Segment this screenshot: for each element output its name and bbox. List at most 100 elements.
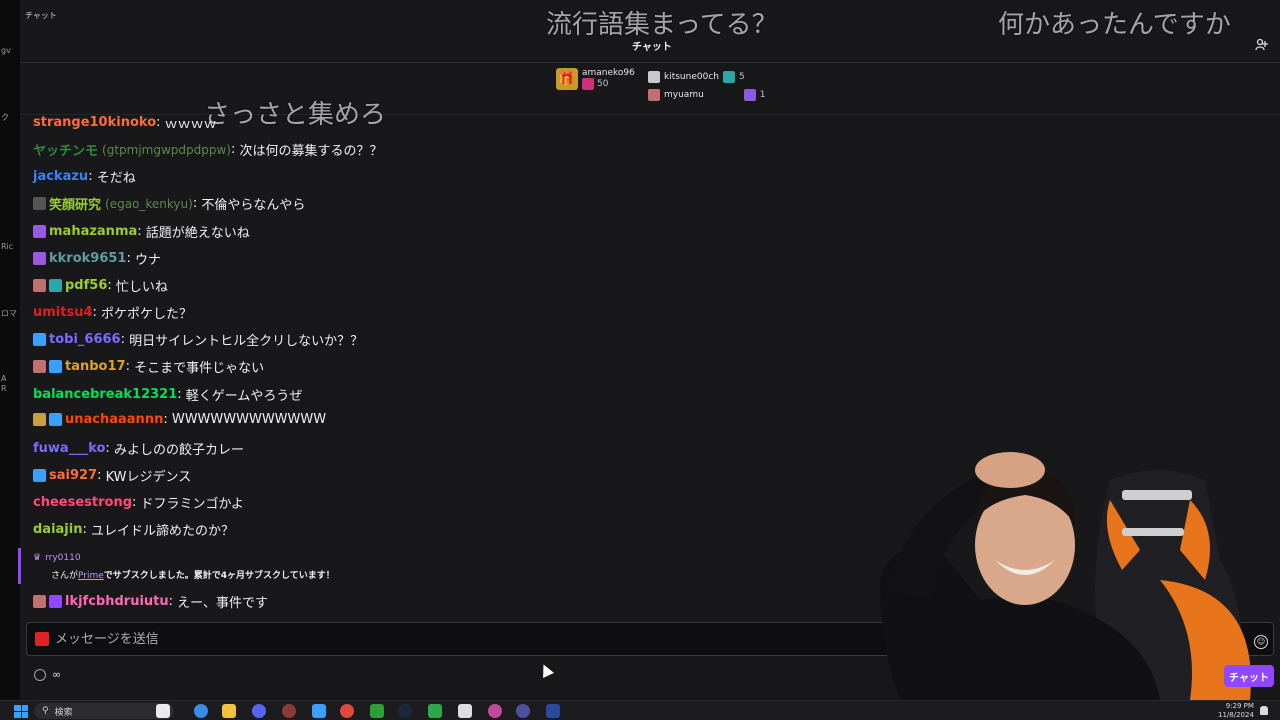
x-icon[interactable] [458,704,472,718]
crown-icon: ♛ [33,553,42,563]
chat-text: ウナ [134,253,161,268]
leaderboard-name: amaneko96 [582,68,635,78]
desktop-fragment: ク [1,113,9,122]
overlay-caption: 流行語集まってる？ [546,10,778,40]
gift-count-icon [582,78,594,90]
chat-username[interactable]: jackazu [33,169,88,184]
chat-message: ヤッチンモ (gtpmjmgwpdpdppw): 次は何の募集するの？？ [33,140,383,159]
leaderboard-first[interactable]: 🎁 amaneko96 50 [556,68,635,90]
search-icon: ⚲ [42,706,49,716]
badge-icon [33,469,46,482]
windows-start-icon[interactable] [14,705,28,718]
gift-icon: 🎁 [556,68,578,90]
app-icon[interactable] [546,704,560,718]
gift-icon [648,89,660,101]
desktop-fragment: gv [1,46,11,55]
emote-icon[interactable]: ☺ [1254,635,1268,649]
chat-text: KWレジデンス [105,470,192,485]
app-icon[interactable] [516,704,530,718]
chat-username[interactable]: lkjfcbhdruiutu [65,594,169,609]
overlay-caption: さっさと集めろ [204,100,387,130]
obs-icon[interactable] [282,704,296,718]
chat-text: ポケポケした？ [101,307,193,322]
leaderboard-third[interactable]: myuamu 1 [648,86,766,104]
chat-username[interactable]: balancebreak12321 [33,387,177,402]
chrome-icon[interactable] [340,704,354,718]
chat-username[interactable]: tanbo17 [65,359,126,374]
badge-icon [49,413,62,426]
taskbar-search[interactable]: ⚲ 検索 [34,703,174,719]
badge-icon [33,225,46,238]
notepad-icon[interactable] [312,704,326,718]
chat-message: lkjfcbhdruiutu : えー、事件です [33,592,268,611]
desktop-fragment: R [1,384,7,393]
chat-message: tanbo17: そこまで事件じゃない [33,357,264,376]
prime-link[interactable]: Prime [78,571,104,581]
desktop-fragment: Ric [1,242,14,251]
chat-input[interactable] [55,628,955,650]
chat-text: えー、事件です [177,596,269,611]
chat-message: 笑顔研究 (egao_kenkyu): 不倫やらなんやら [33,194,305,213]
sub-text-after: でサブスクしました。累計で4ヶ月サブスクしています！ [103,571,335,581]
users-icon[interactable] [1255,38,1271,54]
folder-icon[interactable] [222,704,236,718]
chat-message: pdf56: 忙しいね [33,276,168,295]
desktop-left-strip: gv ク Ric ロマ A R [0,0,20,700]
clock[interactable]: 9:29 PM 11/8/2024 [1218,702,1254,720]
badge-icon [33,333,46,346]
clock-time: 9:29 PM [1225,702,1254,710]
chat-message: tobi_6666: 明日サイレントヒル全クリしないか？？ [33,330,363,349]
chat-message: balancebreak12321: 軽くゲームやろうぜ [33,387,303,404]
chat-username[interactable]: mahazanma [49,224,137,239]
chat-username[interactable]: umitsu4 [33,305,93,320]
chat-message: unachaaannn: WWWWWWWWWWWW [33,412,326,427]
taskbar-search-label: 検索 [54,707,73,718]
badge-icon [49,360,62,373]
camera-icon[interactable] [35,632,49,646]
sub-text-before: さんが [51,571,79,581]
badge-icon [33,197,46,210]
sub-username[interactable]: rry0110 [45,553,80,563]
badge-icon [49,595,62,608]
chat-username[interactable]: unachaaannn [65,412,163,427]
minecraft-icon[interactable] [370,704,384,718]
chat-user-handle: (egao_kenkyu) [105,196,193,211]
chat-username[interactable]: kkrok9651 [49,251,126,266]
chat-username[interactable]: cheesestrong [33,495,132,510]
play-icon[interactable] [428,704,442,718]
webcam-overlay [860,440,1280,700]
chat-username[interactable]: tobi_6666 [49,332,121,347]
chat-username[interactable]: pdf56 [65,278,107,293]
steam-icon[interactable] [398,704,412,718]
badge-icon [33,252,46,265]
notification-icon[interactable] [1260,706,1268,715]
chat-send-button[interactable]: チャット [1224,665,1274,687]
chrome-icon[interactable] [194,704,208,718]
gift-count-icon [722,71,735,83]
chat-text: みよしのの餃子カレー [113,443,244,458]
chat-text: 不倫やらなんやら [201,198,306,213]
discord-icon[interactable] [252,704,266,718]
sub-message: さんがPrimeでサブスクしました。累計で4ヶ月サブスクしています！ [51,568,335,581]
chat-text: そこまで事件じゃない [134,361,265,376]
leaderboard-second[interactable]: kitsune00ch 5 [648,68,745,86]
header-divider [20,62,1280,63]
widget-icon[interactable] [156,704,170,718]
chat-username[interactable]: ヤッチンモ [33,140,98,159]
streamer-webcam-image [880,452,1251,700]
chat-username[interactable]: sai927 [49,468,97,483]
taskbar: ⚲ 検索 9:29 PM 11/8/2024 [0,700,1280,720]
chat-message: umitsu4: ポケポケした？ [33,305,193,322]
chat-username[interactable]: strange10kinoko [33,115,156,130]
leaderboard-count: 5 [738,72,745,82]
clock-date: 11/8/2024 [1218,711,1254,719]
channel-points[interactable]: ∞ [34,668,61,681]
app-icon[interactable] [488,704,502,718]
badge-icon [49,279,62,292]
chat-message: daiajin: ユレイドル諦めたのか？ [33,522,235,539]
badge-icon [33,595,46,608]
chat-username[interactable]: daiajin [33,522,82,537]
chat-username[interactable]: 笑顔研究 [49,194,101,213]
chat-message: jackazu: そだね [33,169,136,186]
chat-username[interactable]: fuwa___ko [33,441,105,456]
